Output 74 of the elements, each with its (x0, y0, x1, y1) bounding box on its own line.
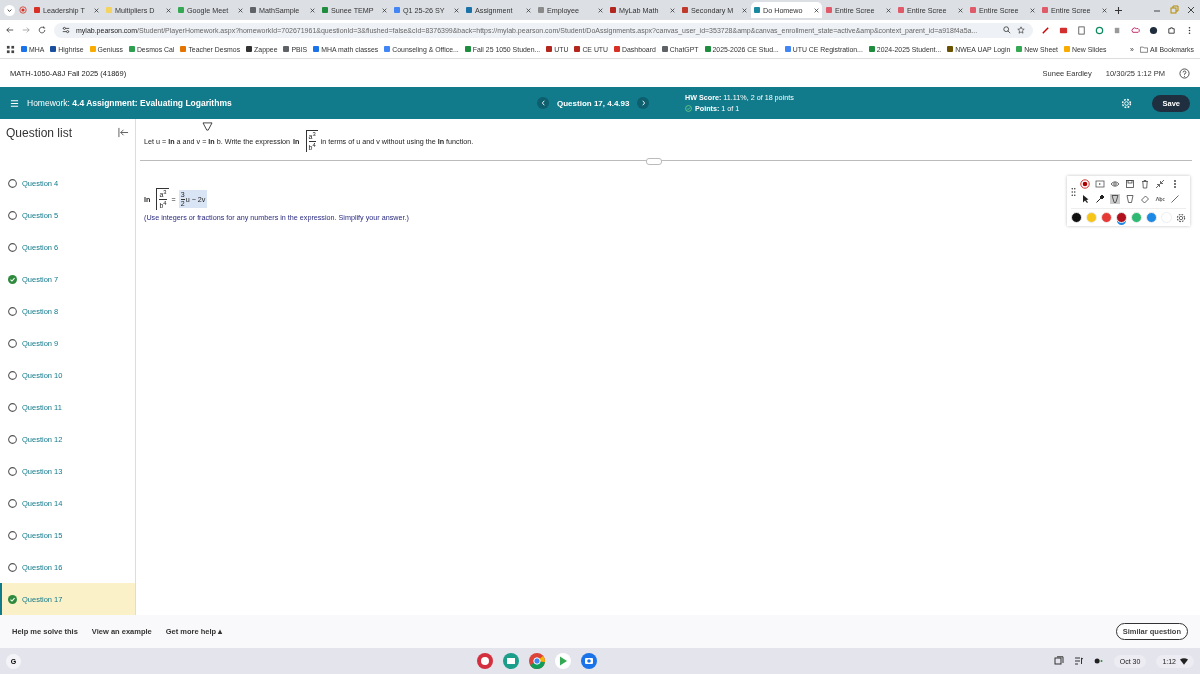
drag-handle-icon[interactable] (1071, 186, 1076, 197)
question-number: Question 17, 4.4.93 (557, 98, 630, 108)
color-swatch[interactable] (1101, 212, 1112, 223)
marker-icon[interactable] (1095, 194, 1105, 204)
sidebar-title: Question list (6, 125, 73, 140)
close-icon[interactable] (310, 7, 315, 13)
star-icon[interactable] (1017, 26, 1025, 34)
chevron-left-icon (540, 100, 546, 106)
classroom-app-icon[interactable] (503, 653, 520, 669)
browser-app-icon[interactable] (529, 653, 546, 669)
chevron-right-icon (641, 100, 646, 106)
close-icon[interactable] (1102, 7, 1107, 13)
folder-icon (1139, 45, 1148, 53)
color-swatch[interactable] (1086, 212, 1097, 223)
screen-icon[interactable] (1095, 179, 1105, 189)
previous-question-button[interactable] (537, 97, 549, 109)
color-swatch[interactable] (1071, 212, 1082, 223)
settings-icon[interactable] (1176, 212, 1186, 223)
cloud-icon[interactable] (1131, 25, 1140, 35)
site-settings-icon[interactable] (62, 26, 70, 34)
funnel-icon[interactable] (202, 122, 213, 131)
circle-icon[interactable] (1095, 25, 1104, 35)
apps-grid-icon[interactable] (6, 44, 15, 54)
reload-icon[interactable] (38, 26, 46, 34)
record-icon[interactable] (19, 6, 27, 14)
video-icon[interactable] (1059, 25, 1068, 35)
color-swatch[interactable] (1146, 212, 1157, 223)
palette-app-icon[interactable] (477, 653, 494, 669)
new-tab-icon[interactable] (1115, 6, 1122, 14)
next-question-button[interactable] (637, 97, 650, 109)
coin-icon[interactable] (1149, 25, 1158, 35)
close-icon[interactable] (166, 7, 171, 13)
close-icon[interactable] (94, 7, 99, 13)
close-icon[interactable] (958, 7, 963, 13)
document-icon[interactable] (1077, 25, 1086, 35)
resize-handle[interactable] (646, 158, 662, 165)
line-icon[interactable] (1170, 194, 1180, 204)
screen-capture-icon[interactable] (1053, 656, 1064, 666)
close-icon[interactable] (238, 7, 243, 13)
close-icon[interactable] (742, 7, 747, 13)
zoom-icon[interactable] (1003, 26, 1011, 34)
close-icon[interactable] (598, 7, 603, 13)
close-icon[interactable] (670, 7, 675, 13)
collapse-sidebar-icon[interactable] (118, 127, 129, 138)
funnel-icon[interactable] (1125, 194, 1135, 204)
text-tool-icon[interactable] (1155, 194, 1165, 204)
help-icon[interactable] (1179, 67, 1190, 79)
status-icon[interactable] (1093, 656, 1104, 666)
close-icon[interactable] (814, 7, 819, 13)
trash-icon[interactable] (1140, 179, 1150, 189)
color-swatch[interactable] (1131, 212, 1142, 223)
menu-icon[interactable] (10, 98, 19, 108)
camera-app-icon[interactable] (581, 653, 598, 669)
close-icon[interactable] (1186, 5, 1196, 15)
close-icon[interactable] (454, 7, 459, 13)
play-store-app-icon[interactable] (555, 653, 572, 669)
close-icon[interactable] (526, 7, 531, 13)
wifi-icon (1180, 657, 1188, 665)
record-icon[interactable] (1080, 179, 1090, 189)
back-icon[interactable] (6, 26, 14, 34)
collapse-icon[interactable] (1155, 179, 1165, 189)
eye-icon[interactable] (1110, 179, 1120, 189)
address-bar[interactable] (54, 22, 1033, 38)
close-icon[interactable] (382, 7, 387, 13)
check-circle-icon (685, 105, 692, 112)
save-icon[interactable] (1125, 179, 1135, 189)
close-icon[interactable] (1030, 7, 1035, 13)
playlist-icon[interactable] (1073, 656, 1084, 666)
color-swatch[interactable] (1116, 212, 1127, 223)
pen-icon[interactable] (1041, 25, 1050, 35)
assignment-title: Homework: 4.4 Assignment: Evaluating Logarithms (27, 98, 233, 108)
close-icon[interactable] (886, 7, 891, 13)
pointer-icon[interactable] (1080, 194, 1090, 204)
highlighter-icon[interactable] (1110, 194, 1120, 204)
